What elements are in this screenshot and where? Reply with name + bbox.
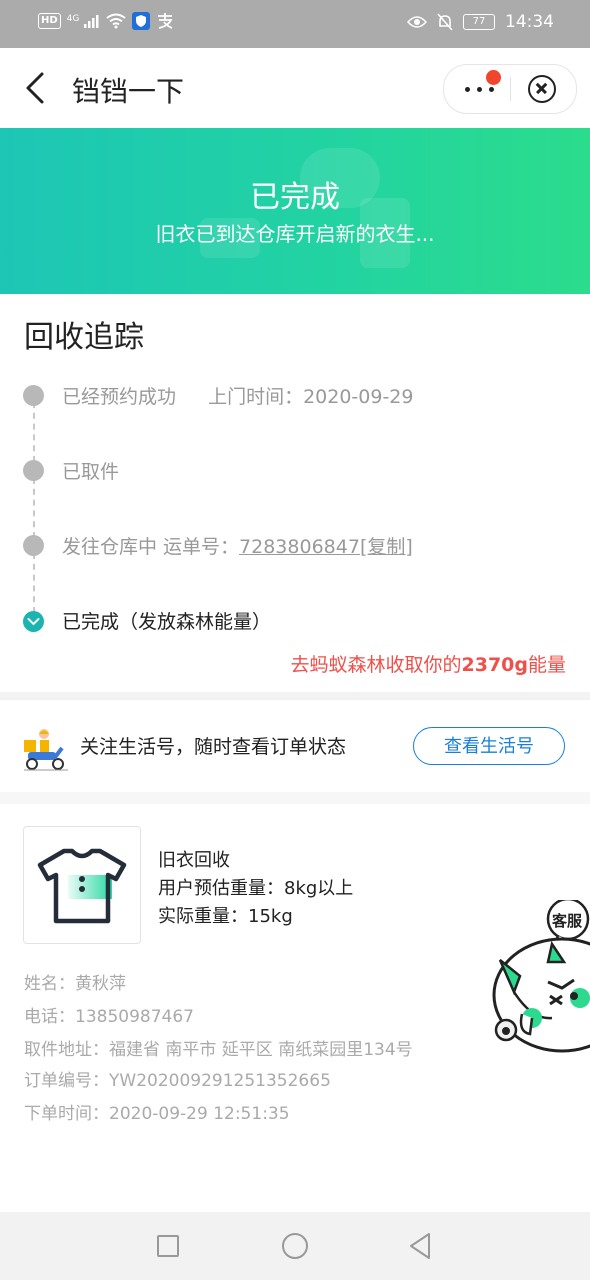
more-dot: [477, 87, 482, 92]
visit-time: 上门时间：2020-09-29: [208, 386, 414, 408]
order-number: 订单编号：YW202009291251352665: [24, 1071, 331, 1091]
status-time: 14:34: [505, 12, 554, 32]
actual-weight: 实际重量：15kg: [158, 906, 293, 927]
mini-program-capsule: [443, 64, 577, 114]
shield-app-icon: [131, 12, 150, 30]
timeline-step-picked: 已取件: [62, 461, 120, 483]
service-label: 客服: [552, 912, 583, 930]
order-time: 下单时间：2020-09-29 12:51:35: [24, 1104, 290, 1124]
back-button[interactable]: [18, 68, 54, 108]
status-banner: 已完成 旧衣已到达仓库开启新的衣生...: [0, 128, 590, 294]
nav-bar: 铛铛一下: [0, 48, 590, 128]
product-name: 旧衣回收: [158, 850, 230, 871]
step-label: 已经预约成功: [62, 386, 177, 408]
timeline-connector: [33, 478, 35, 538]
product-thumbnail: [23, 826, 141, 944]
status-right-icons: 77 14:34: [407, 12, 554, 32]
mute-icon: [437, 13, 453, 31]
wifi-icon: [105, 13, 126, 29]
alipay-icon: [157, 13, 172, 29]
notification-badge: [486, 70, 501, 85]
customer-phone: 电话：13850987467: [24, 1007, 194, 1027]
section-divider: [0, 792, 590, 804]
forest-link-prefix: 去蚂蚁森林收取你的: [290, 654, 462, 676]
forest-link-suffix: 能量: [527, 654, 566, 676]
waybill-number-link[interactable]: 7283806847: [239, 536, 360, 558]
customer-service-button[interactable]: 客服: [492, 897, 590, 1070]
section-divider: [0, 692, 590, 700]
signal-icon: 4G: [67, 14, 100, 29]
timeline-connector: [33, 553, 35, 613]
banner-subtitle: 旧衣已到达仓库开启新的衣生...: [155, 222, 435, 246]
step-label: 发往仓库中 运单号：: [62, 536, 240, 558]
timeline-step-shipping: 发往仓库中 运单号：7283806847[复制]: [62, 532, 413, 559]
tracking-title: 回收追踪: [24, 320, 144, 355]
tshirt-icon: [37, 848, 127, 924]
hd-icon: HD: [38, 13, 61, 29]
energy-amount: 2370g: [461, 654, 528, 676]
copy-waybill-link[interactable]: [复制]: [360, 536, 413, 558]
timeline-step-completed: 已完成（发放森林能量）: [62, 611, 272, 633]
view-life-account-button[interactable]: 查看生活号: [413, 727, 565, 765]
forest-energy-link[interactable]: 去蚂蚁森林收取你的2370g能量: [290, 650, 566, 677]
timeline-step-booked: 已经预约成功 上门时间：2020-09-29: [62, 382, 413, 409]
timeline-dot: [23, 460, 44, 481]
home-icon[interactable]: [282, 1233, 308, 1259]
check-icon: [23, 611, 44, 632]
estimated-weight: 用户预估重量：8kg以上: [158, 878, 354, 899]
system-nav-bar: [0, 1212, 590, 1280]
timeline-connector: [33, 402, 35, 462]
battery-icon: 77: [463, 14, 495, 30]
eye-icon: [407, 16, 427, 28]
timeline-dot: [23, 385, 44, 406]
more-dot: [489, 87, 494, 92]
system-back-icon[interactable]: [408, 1232, 432, 1260]
more-dots-icon: [465, 87, 470, 92]
delivery-scooter-icon: [24, 729, 68, 771]
capsule-divider: [510, 77, 511, 101]
recent-apps-icon[interactable]: [157, 1235, 179, 1257]
back-arrow-icon: [26, 72, 44, 104]
follow-hint: 关注生活号，随时查看订单状态: [80, 736, 347, 758]
status-bar: HD 4G 77 14:34: [0, 0, 590, 48]
timeline-dot: [23, 535, 44, 556]
pickup-address: 取件地址：福建省 南平市 延平区 南纸菜园里134号: [24, 1040, 413, 1060]
close-circle-icon[interactable]: [528, 75, 556, 103]
follow-card: 关注生活号，随时查看订单状态 查看生活号: [0, 700, 590, 792]
customer-name: 姓名：黄秋萍: [24, 974, 126, 994]
status-left-icons: HD 4G: [38, 12, 174, 30]
nav-title: 铛铛一下: [72, 75, 185, 108]
banner-title: 已完成: [250, 180, 340, 215]
